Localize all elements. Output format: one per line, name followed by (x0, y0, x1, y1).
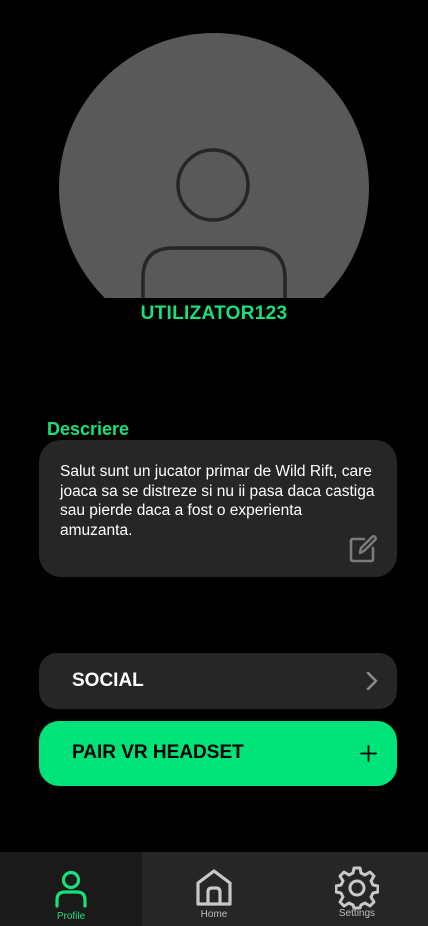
username: UTILIZATOR123 (140, 303, 288, 324)
nav-item-settings[interactable]: Settings (286, 852, 428, 926)
description-card: Salut sunt un jucator primar de Wild Rif… (39, 440, 397, 577)
nav-label-settings: Settings (338, 908, 376, 919)
pair-vr-headset-label: PAIR VR HEADSET (72, 742, 244, 763)
pair-vr-headset-button[interactable]: PAIR VR HEADSET (39, 721, 397, 786)
description-text: Salut sunt un jucator primar de Wild Rif… (60, 463, 375, 539)
plus-icon (360, 745, 377, 762)
user-silhouette-icon (141, 148, 287, 298)
nav-item-home[interactable]: Home (143, 852, 285, 926)
nav-label-home: Home (200, 909, 228, 920)
person-icon (55, 870, 87, 908)
social-button[interactable]: SOCIAL (39, 653, 397, 709)
bottom-nav: Profile Home Settings (0, 852, 428, 926)
gear-icon (335, 866, 379, 910)
nav-label-profile: Profile (56, 911, 86, 922)
edit-icon[interactable] (347, 533, 379, 565)
chevron-right-icon (366, 671, 378, 691)
profile-avatar[interactable] (59, 33, 369, 298)
nav-item-profile[interactable]: Profile (0, 852, 142, 926)
home-icon (196, 869, 232, 906)
description-label: Descriere (47, 419, 130, 439)
social-label: SOCIAL (72, 670, 144, 691)
